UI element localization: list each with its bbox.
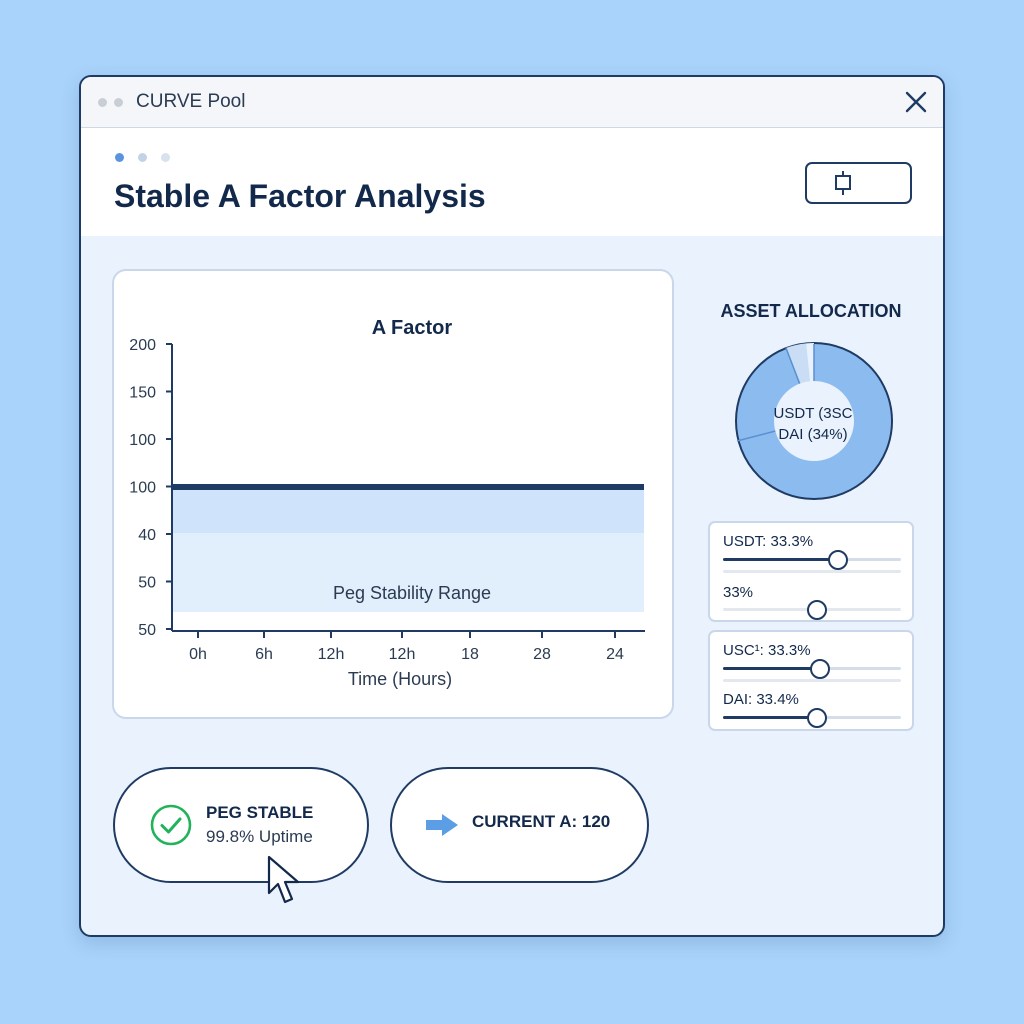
page-header: Stable A Factor Analysis xyxy=(81,128,943,236)
x-tick-label: 12h xyxy=(318,646,345,663)
band-upper xyxy=(173,490,644,533)
y-tick-label: 100 xyxy=(129,480,156,497)
band-label: Peg Stability Range xyxy=(333,583,491,603)
y-tick-label: 100 xyxy=(129,432,156,449)
peg-status-title: PEG STABLE xyxy=(206,803,314,822)
chart-title: A Factor xyxy=(372,317,453,339)
slider-group-1: USDT: 33.3% 33% xyxy=(708,521,914,622)
slider-label: DAI: 33.4% xyxy=(723,691,799,708)
y-tick-label: 150 xyxy=(129,385,156,402)
step-indicator[interactable] xyxy=(161,153,170,162)
current-a-button[interactable]: CURRENT A: 120 xyxy=(390,767,649,883)
slider-label: 33% xyxy=(723,584,754,601)
slider-thumb[interactable] xyxy=(810,659,831,679)
window-title: CURVE Pool xyxy=(136,91,246,112)
window-dot[interactable] xyxy=(98,98,107,107)
arrow-right-icon xyxy=(426,814,458,836)
step-indicator[interactable] xyxy=(138,153,147,162)
slider-label: USDT: 33.3% xyxy=(723,533,814,550)
close-icon[interactable] xyxy=(903,89,929,115)
y-tick-label: 50 xyxy=(138,622,156,639)
slider-track-secondary xyxy=(723,679,901,682)
donut-label-usdt: USDT (3SC xyxy=(773,405,853,422)
window-dot[interactable] xyxy=(114,98,123,107)
check-circle-icon xyxy=(150,804,192,846)
current-a-label: CURRENT A: 120 xyxy=(472,812,611,831)
x-tick-label: 24 xyxy=(606,646,624,663)
app-window: CURVE Pool Stable A Factor Analysis 200 1… xyxy=(79,75,945,937)
peg-status-subtitle: 99.8% Uptime xyxy=(206,827,313,846)
slider-thumb[interactable] xyxy=(806,600,827,620)
slider-thumb[interactable] xyxy=(827,550,848,570)
y-tick-label: 50 xyxy=(138,575,156,592)
x-tick-label: 0h xyxy=(189,646,207,663)
x-tick-label: 18 xyxy=(461,646,479,663)
header-action-button[interactable] xyxy=(805,162,912,204)
donut-label-dai: DAI (34%) xyxy=(778,426,848,443)
secondary-slider[interactable] xyxy=(723,600,901,620)
x-tick-label: 28 xyxy=(533,646,551,663)
dai-slider[interactable] xyxy=(723,708,901,728)
page-title: Stable A Factor Analysis xyxy=(114,178,486,214)
slider-fill xyxy=(723,667,820,670)
x-tick-label: 6h xyxy=(255,646,273,663)
a-factor-chart-card: 200 150 100 100 40 50 50 0h 6h 12h 12h 18 28 24 A Fa… xyxy=(112,269,674,719)
a-factor-chart: 200 150 100 100 40 50 50 0h 6h 12h 12h 18 28 24 A Fa… xyxy=(129,317,645,689)
slider-fill xyxy=(723,558,837,561)
allocation-title: ASSET ALLOCATION xyxy=(720,301,902,321)
slider-track-secondary xyxy=(723,570,901,573)
peg-status-button[interactable]: PEG STABLE 99.8% Uptime xyxy=(113,767,369,883)
slider-label: USC¹: 33.3% xyxy=(723,642,811,659)
x-tick-label: 12h xyxy=(389,646,416,663)
title-bar: CURVE Pool xyxy=(81,77,943,128)
slider-thumb[interactable] xyxy=(806,708,827,728)
device-icon xyxy=(835,171,851,195)
slider-group-2: USC¹: 33.3% DAI: 33.4% xyxy=(708,630,914,731)
usdt-slider[interactable] xyxy=(723,550,901,570)
mouse-cursor-icon xyxy=(267,855,300,904)
y-tick-label: 200 xyxy=(129,337,156,354)
x-axis-label: Time (Hours) xyxy=(348,669,452,689)
step-indicator-active[interactable] xyxy=(115,153,124,162)
slider-fill xyxy=(723,716,816,719)
y-tick-label: 40 xyxy=(138,527,156,544)
usdc-slider[interactable] xyxy=(723,659,901,679)
